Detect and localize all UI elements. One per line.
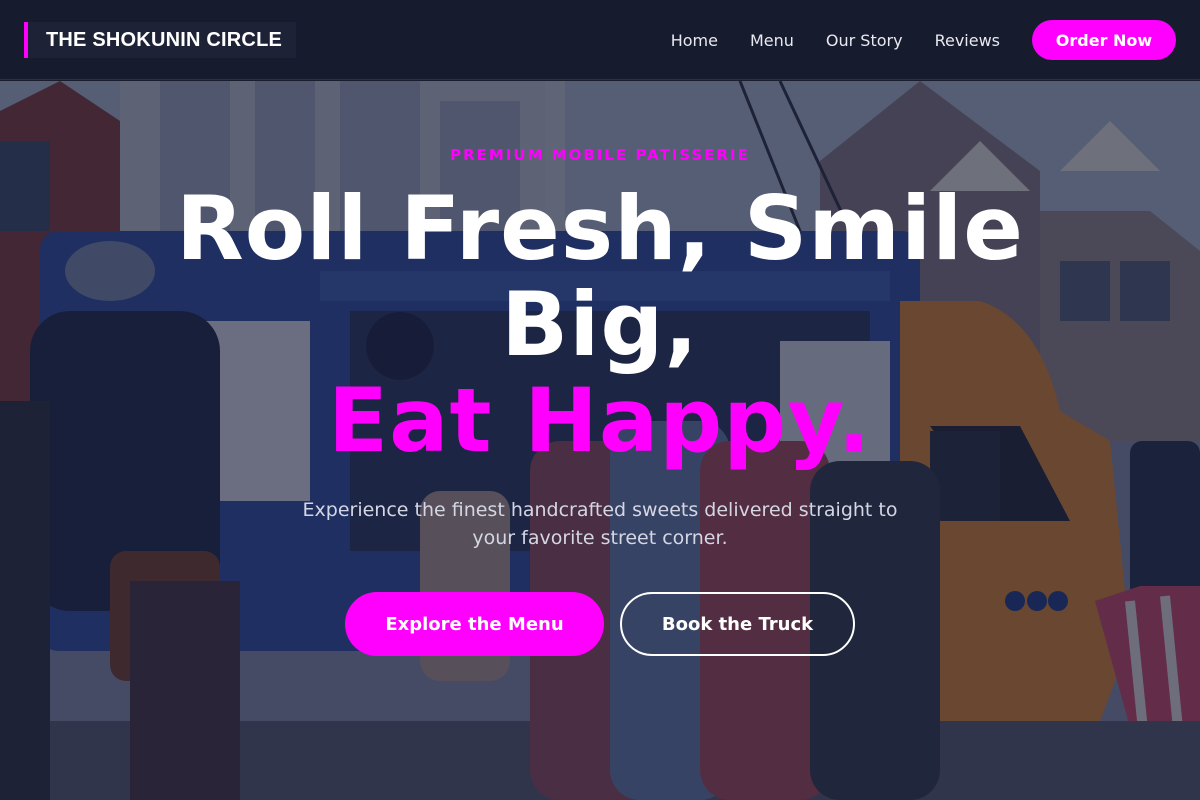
explore-menu-button[interactable]: Explore the Menu	[345, 592, 604, 656]
order-now-button[interactable]: Order Now	[1032, 20, 1176, 60]
hero-headline: Roll Fresh, Smile Big, Eat Happy.	[0, 181, 1200, 469]
headline-line-2: Big,	[501, 273, 699, 376]
site-header: THE SHOKUNIN CIRCLE Home Menu Our Story …	[0, 0, 1200, 80]
nav-link-our-story[interactable]: Our Story	[826, 31, 903, 50]
headline-line-1: Roll Fresh, Smile	[176, 177, 1024, 280]
nav-link-menu[interactable]: Menu	[750, 31, 794, 50]
book-truck-button[interactable]: Book the Truck	[620, 592, 855, 656]
brand-logo[interactable]: THE SHOKUNIN CIRCLE	[24, 22, 297, 58]
hero-eyebrow: PREMIUM MOBILE PATISSERIE	[450, 146, 750, 164]
nav-link-home[interactable]: Home	[671, 31, 718, 50]
hero-content: PREMIUM MOBILE PATISSERIE Roll Fresh, Sm…	[0, 81, 1200, 800]
hero-section: PREMIUM MOBILE PATISSERIE Roll Fresh, Sm…	[0, 81, 1200, 800]
main-nav: Home Menu Our Story Reviews	[671, 0, 1000, 80]
headline-line-3-accent: Eat Happy.	[328, 369, 872, 472]
hero-subtitle: Experience the finest handcrafted sweets…	[302, 499, 898, 549]
nav-link-reviews[interactable]: Reviews	[935, 31, 1000, 50]
